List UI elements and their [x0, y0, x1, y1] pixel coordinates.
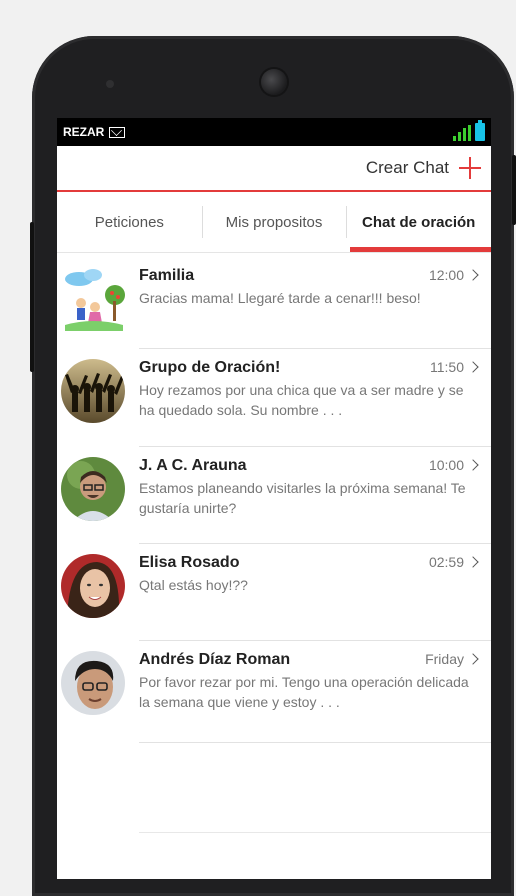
power-button: [512, 155, 516, 225]
tab-label: Peticiones: [94, 213, 164, 231]
chevron-right-icon: [467, 653, 479, 665]
battery-icon: [475, 120, 485, 141]
chat-content: J. A C. Arauna 10:00 Estamos planeando v…: [139, 457, 479, 518]
chat-preview: Qtal estás hoy!??: [139, 577, 248, 593]
chat-time: Friday: [425, 651, 479, 667]
tab-chat-de-oracion[interactable]: Chat de oración: [346, 192, 491, 252]
family-drawing-avatar: [61, 267, 125, 331]
signal-icon: [453, 125, 471, 141]
action-bar: Crear Chat: [57, 146, 491, 192]
chat-preview: Por favor rezar por mi. Tengo una operac…: [139, 674, 469, 710]
chat-time: 02:59: [429, 554, 479, 570]
status-bar: REZAR: [57, 118, 491, 146]
app-label: REZAR: [63, 125, 105, 139]
contact-avatar: [61, 651, 125, 715]
tab-peticiones[interactable]: Peticiones: [57, 192, 202, 252]
contact-avatar: [61, 554, 125, 618]
chat-item-familia[interactable]: Familia 12:00 Gracias mama! Llegaré tard…: [57, 253, 491, 349]
plus-icon[interactable]: [459, 157, 481, 179]
active-tab-indicator: [350, 247, 491, 252]
divider: [139, 832, 491, 833]
sensor-dot: [106, 80, 114, 88]
chat-name: Andrés Díaz Roman: [139, 651, 291, 668]
chat-preview: Hoy rezamos por una chica que va a ser m…: [139, 382, 464, 418]
tab-label: Mis propositos: [225, 213, 323, 231]
chevron-right-icon: [467, 556, 479, 568]
group-avatar: [61, 359, 125, 423]
chat-name: Familia: [139, 267, 195, 284]
chat-time: 12:00: [429, 267, 479, 283]
phone-screen: REZAR Crear Chat Peticiones Mis proposit…: [57, 118, 491, 879]
tab-bar: Peticiones Mis propositos Chat de oració…: [57, 192, 491, 253]
chat-name: Elisa Rosado: [139, 554, 240, 571]
chat-item-andres-diaz-roman[interactable]: Andrés Díaz Roman Friday Por favor rezar…: [57, 641, 491, 743]
mail-icon: [109, 126, 126, 138]
chat-name: Grupo de Oración!: [139, 359, 281, 376]
chat-name: J. A C. Arauna: [139, 457, 247, 474]
chevron-right-icon: [467, 361, 479, 373]
chat-content: Elisa Rosado 02:59 Qtal estás hoy!??: [139, 554, 479, 595]
chat-time: 10:00: [429, 457, 479, 473]
chat-item-grupo-de-oracion[interactable]: Grupo de Oración! 11:50 Hoy rezamos por …: [57, 349, 491, 447]
tab-mis-propositos[interactable]: Mis propositos: [201, 192, 347, 252]
chat-item-elisa-rosado[interactable]: Elisa Rosado 02:59 Qtal estás hoy!??: [57, 544, 491, 641]
chevron-right-icon: [467, 459, 479, 471]
chat-content: Familia 12:00 Gracias mama! Llegaré tard…: [139, 267, 479, 308]
divider: [139, 742, 491, 743]
volume-button: [30, 222, 34, 372]
chat-time: 11:50: [430, 359, 479, 375]
chat-preview: Estamos planeando visitarles la próxima …: [139, 480, 466, 516]
contact-avatar: [61, 457, 125, 521]
status-icons: [453, 120, 485, 141]
chat-item-ja-c-arauna[interactable]: J. A C. Arauna 10:00 Estamos planeando v…: [57, 447, 491, 544]
front-camera: [261, 69, 287, 95]
create-chat-label[interactable]: Crear Chat: [366, 158, 449, 178]
chat-content: Andrés Díaz Roman Friday Por favor rezar…: [139, 651, 479, 712]
chat-preview: Gracias mama! Llegaré tarde a cenar!!! b…: [139, 290, 421, 306]
chat-content: Grupo de Oración! 11:50 Hoy rezamos por …: [139, 359, 479, 420]
chevron-right-icon: [467, 269, 479, 281]
chat-list: Familia 12:00 Gracias mama! Llegaré tard…: [57, 253, 491, 743]
tab-label: Chat de oración: [362, 213, 476, 231]
